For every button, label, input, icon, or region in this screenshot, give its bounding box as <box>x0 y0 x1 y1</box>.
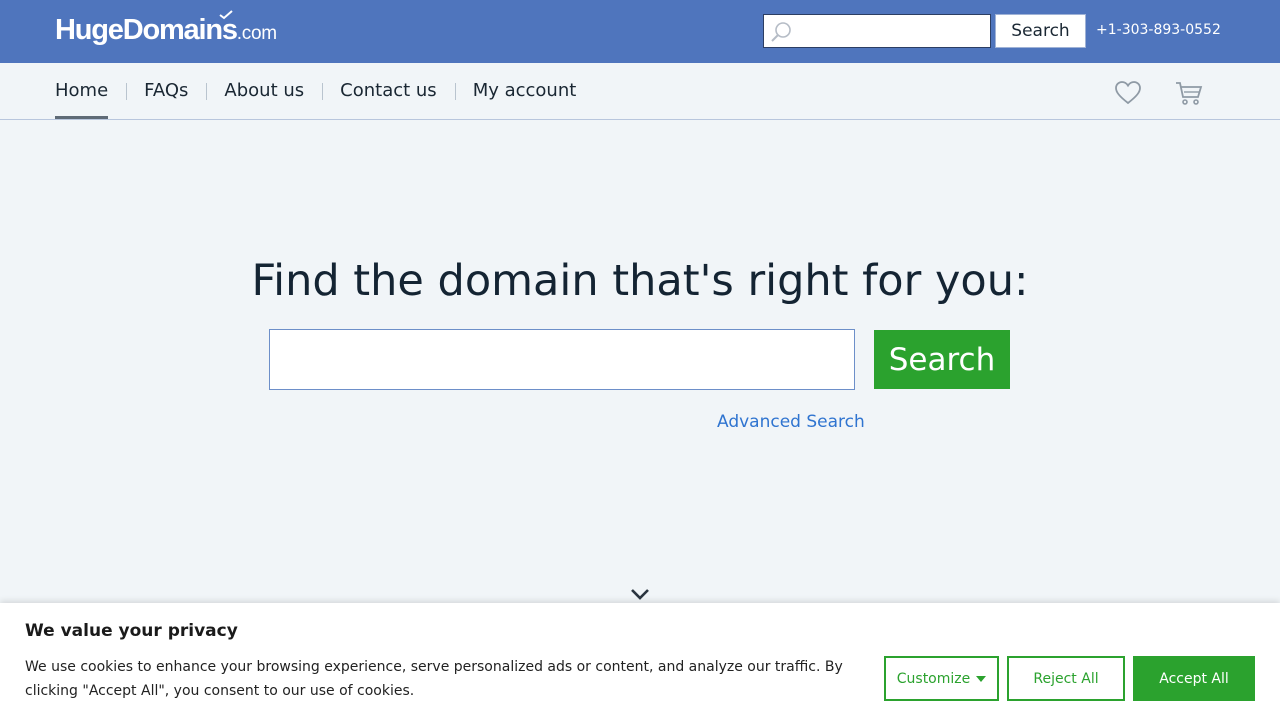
header-search-input[interactable] <box>794 15 984 47</box>
logo-check-icon <box>219 10 233 20</box>
top-header: HugeDomains.com Search +1-303-893-0552 <box>0 0 1280 63</box>
site-logo[interactable]: HugeDomains.com <box>55 10 277 47</box>
accept-all-button[interactable]: Accept All <box>1133 656 1255 701</box>
nav-item-contact-us[interactable]: Contact us <box>322 63 455 119</box>
logo-main-text: HugeDomains <box>55 14 238 46</box>
nav-item-my-account[interactable]: My account <box>454 63 595 119</box>
caret-down-icon <box>976 675 987 682</box>
customize-label: Customize <box>896 670 971 687</box>
main-nav-bar: Home FAQs About us Contact us My account <box>0 63 1280 120</box>
main-nav: Home FAQs About us Contact us My account <box>55 63 594 119</box>
domain-search-button[interactable]: Search <box>874 330 1010 389</box>
nav-item-about-us[interactable]: About us <box>206 63 322 119</box>
chevron-down-icon[interactable] <box>629 586 651 602</box>
search-icon <box>771 22 791 42</box>
customize-button[interactable]: Customize <box>884 656 999 701</box>
logo-suffix-text: .com <box>236 23 277 44</box>
cookie-text: We use cookies to enhance your browsing … <box>25 659 843 699</box>
phone-number[interactable]: +1-303-893-0552 <box>1096 22 1221 38</box>
hero-title: Find the domain that's right for you: <box>251 256 1029 306</box>
header-search-field[interactable] <box>763 14 991 48</box>
cookie-banner: We value your privacy We use cookies to … <box>0 603 1280 720</box>
cookie-title: We value your privacy <box>25 621 238 641</box>
cart-icon[interactable] <box>1174 80 1204 106</box>
domain-search-input[interactable] <box>269 329 855 390</box>
advanced-search-link[interactable]: Advanced Search <box>717 412 865 432</box>
reject-all-button[interactable]: Reject All <box>1007 656 1125 701</box>
nav-item-faqs[interactable]: FAQs <box>126 63 206 119</box>
nav-item-home[interactable]: Home <box>55 63 126 119</box>
header-search-button[interactable]: Search <box>995 14 1086 48</box>
heart-icon[interactable] <box>1114 80 1142 106</box>
